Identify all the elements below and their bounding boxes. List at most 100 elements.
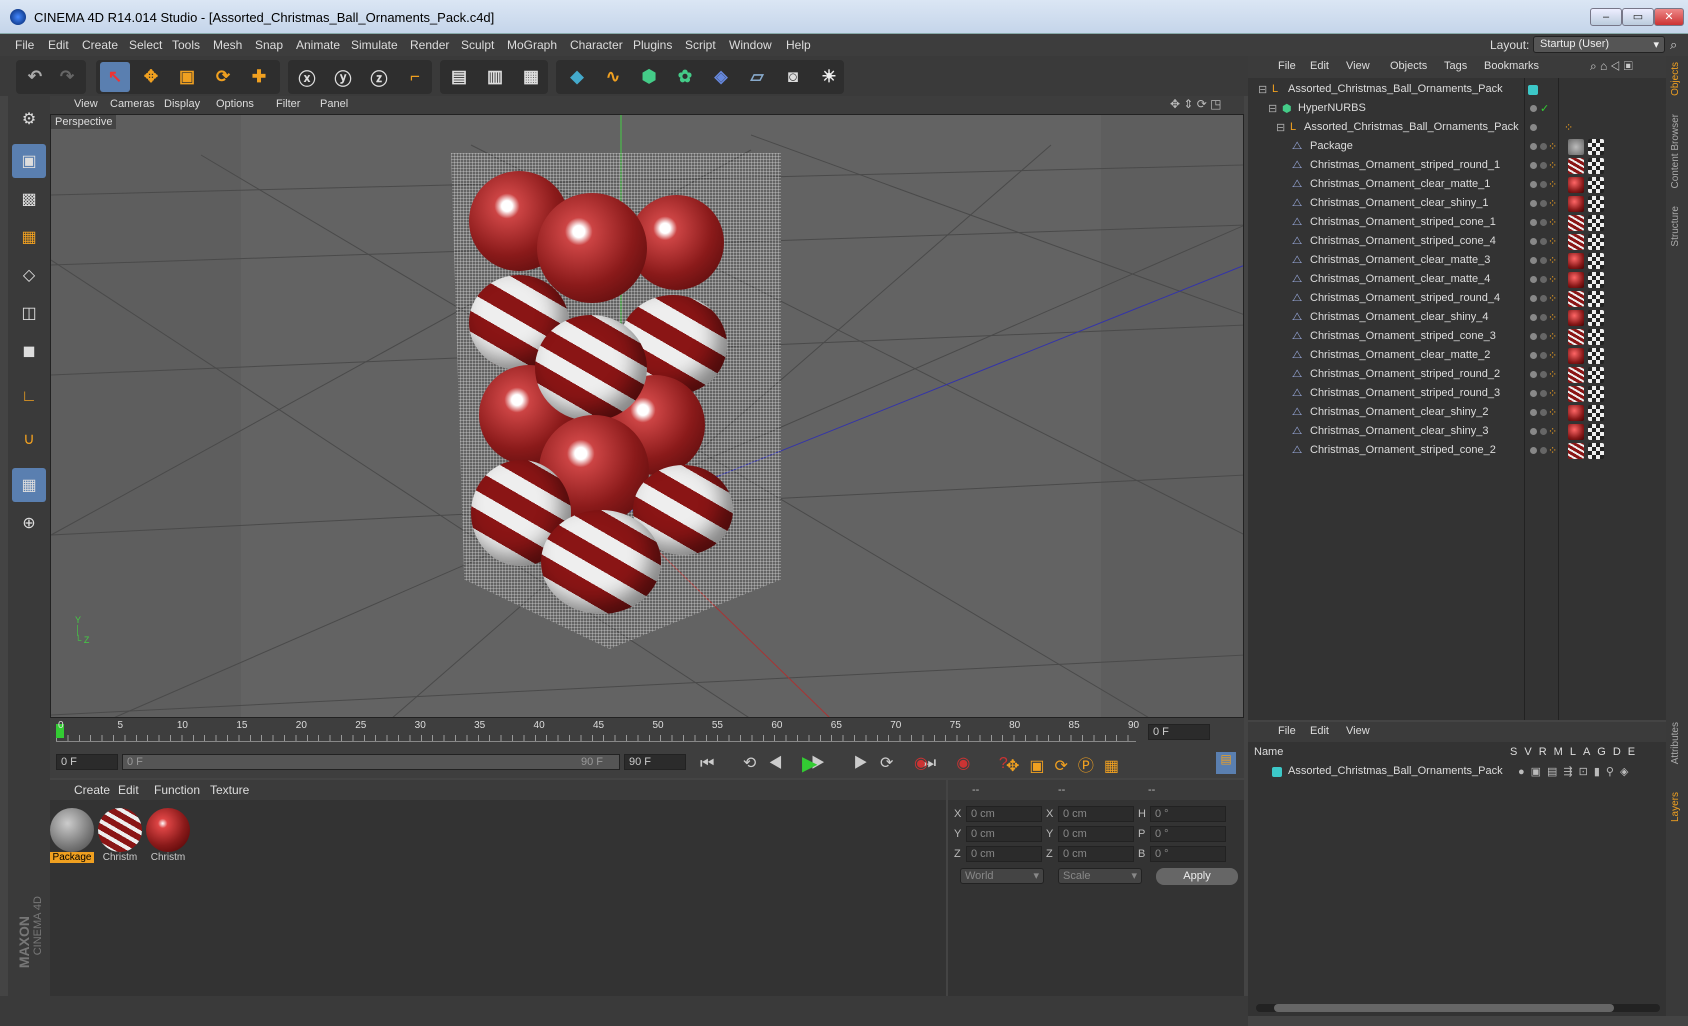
phong-tag-icon[interactable]: ⁘ bbox=[1548, 444, 1557, 457]
model-mode-icon[interactable]: ▣ bbox=[12, 144, 46, 178]
obj-menu-edit[interactable]: Edit bbox=[1310, 60, 1329, 72]
apply-button[interactable]: Apply bbox=[1156, 868, 1238, 885]
texture-tag-icon[interactable] bbox=[1588, 348, 1604, 364]
rotate-icon[interactable]: ⟳ bbox=[208, 62, 238, 92]
render-dot[interactable] bbox=[1540, 257, 1547, 264]
live-selection-icon[interactable]: ↖ bbox=[100, 62, 130, 92]
points-mode-icon[interactable]: ◇ bbox=[12, 258, 46, 292]
render-dot[interactable] bbox=[1540, 409, 1547, 416]
transport-controls[interactable]: ⏮ ⟲◀ ▶ ▶⟳ ⏭ bbox=[700, 753, 948, 773]
tree-row-object[interactable]: ⧍ Christmas_Ornament_clear_shiny_4 ⁘ bbox=[1248, 308, 1666, 328]
render-dot[interactable] bbox=[1540, 428, 1547, 435]
menu-select[interactable]: Select bbox=[129, 38, 162, 52]
key-tracks-icons[interactable]: ✥▣⟳Ⓟ▦ bbox=[1006, 752, 1129, 776]
vp-menu-view[interactable]: View bbox=[74, 98, 98, 110]
render-dot[interactable] bbox=[1540, 447, 1547, 454]
visibility-dot[interactable] bbox=[1530, 371, 1537, 378]
obj-menu-view[interactable]: View bbox=[1346, 60, 1370, 72]
floor-icon[interactable]: ▱ bbox=[742, 62, 772, 92]
play-icon[interactable]: ▶ bbox=[802, 751, 817, 776]
visibility-dot[interactable] bbox=[1530, 143, 1537, 150]
visibility-dot[interactable] bbox=[1530, 257, 1537, 264]
visibility-dot[interactable] bbox=[1530, 314, 1537, 321]
vp-menu-panel[interactable]: Panel bbox=[320, 98, 348, 110]
tree-row-group[interactable]: ⊟ L Assorted_Christmas_Ball_Ornaments_Pa… bbox=[1248, 118, 1666, 138]
render-dot[interactable] bbox=[1540, 352, 1547, 359]
search-icon[interactable]: ⌕ bbox=[1670, 37, 1677, 53]
add-object-icon[interactable]: ✚ bbox=[244, 62, 274, 92]
mograph-cloner-icon[interactable]: ✿ bbox=[670, 62, 700, 92]
phong-tag-icon[interactable]: ⁘ bbox=[1548, 349, 1557, 362]
tree-row-object[interactable]: ⧍ Christmas_Ornament_striped_cone_3 ⁘ bbox=[1248, 327, 1666, 347]
mat-menu-function[interactable]: Function bbox=[154, 783, 200, 797]
phong-tag-icon[interactable]: ⁘ bbox=[1548, 216, 1557, 229]
material-tag-icon[interactable] bbox=[1568, 215, 1584, 231]
render-dot[interactable] bbox=[1540, 276, 1547, 283]
make-editable-icon[interactable]: ⚙ bbox=[12, 102, 46, 136]
texture-tag-icon[interactable] bbox=[1588, 424, 1604, 440]
material-tag-icon[interactable] bbox=[1568, 424, 1584, 440]
check-icon[interactable]: ✓ bbox=[1540, 102, 1549, 115]
phong-tag-icon[interactable]: ⁘ bbox=[1548, 311, 1557, 324]
lock-workplane-icon[interactable]: ⊕ bbox=[12, 506, 46, 540]
texture-tag-icon[interactable] bbox=[1588, 367, 1604, 383]
render-dot[interactable] bbox=[1540, 238, 1547, 245]
menu-edit[interactable]: Edit bbox=[48, 38, 69, 52]
tab-objects[interactable]: Objects bbox=[1670, 62, 1681, 96]
obj-menu-objects[interactable]: Objects bbox=[1390, 60, 1427, 72]
close-button[interactable]: ✕ bbox=[1654, 8, 1684, 26]
viewport-nav-icons[interactable]: ✥ ⇕ ⟳ ◳ bbox=[1170, 97, 1222, 111]
texture-tag-icon[interactable] bbox=[1588, 139, 1604, 155]
tree-row-object[interactable]: ⧍ Package ⁘ bbox=[1248, 137, 1666, 157]
render-dot[interactable] bbox=[1540, 162, 1547, 169]
render-view-icon[interactable]: ▤ bbox=[444, 62, 474, 92]
tree-row-root[interactable]: ⊟ L Assorted_Christmas_Ball_Ornaments_Pa… bbox=[1248, 80, 1666, 100]
layer-menu-file[interactable]: File bbox=[1278, 725, 1296, 737]
tree-row-object[interactable]: ⧍ Christmas_Ornament_striped_cone_4 ⁘ bbox=[1248, 232, 1666, 252]
texture-tag-icon[interactable] bbox=[1588, 158, 1604, 174]
visibility-dot[interactable] bbox=[1530, 276, 1537, 283]
menu-script[interactable]: Script bbox=[685, 38, 716, 52]
material-tag-icon[interactable] bbox=[1568, 234, 1584, 250]
rotation-h-field[interactable]: 0 ° bbox=[1150, 806, 1226, 822]
tree-row-object[interactable]: ⧍ Christmas_Ornament_clear_shiny_3 ⁘ bbox=[1248, 422, 1666, 442]
render-dot[interactable] bbox=[1540, 295, 1547, 302]
phong-tag-icon[interactable]: ⁘ bbox=[1548, 140, 1557, 153]
record-keys-icons[interactable]: ◉ ◉ ? bbox=[914, 753, 1020, 773]
menu-tools[interactable]: Tools bbox=[172, 38, 200, 52]
tree-row-object[interactable]: ⧍ Christmas_Ornament_clear_matte_1 ⁘ bbox=[1248, 175, 1666, 195]
render-dot[interactable] bbox=[1540, 314, 1547, 321]
rotation-b-field[interactable]: 0 ° bbox=[1150, 846, 1226, 862]
undo-icon[interactable]: ↶ bbox=[20, 62, 50, 92]
tree-row-object[interactable]: ⧍ Christmas_Ornament_clear_shiny_2 ⁘ bbox=[1248, 403, 1666, 423]
layer-toggle-icons[interactable]: ●▣▤⇶⊡▮⚲◈ bbox=[1518, 765, 1634, 778]
obj-menu-file[interactable]: File bbox=[1278, 60, 1296, 72]
expand-icon[interactable]: ⊟ bbox=[1258, 83, 1267, 96]
tree-row-object[interactable]: ⧍ Christmas_Ornament_clear_shiny_1 ⁘ bbox=[1248, 194, 1666, 214]
timeline-icon[interactable]: ▤ bbox=[1216, 752, 1236, 774]
menu-window[interactable]: Window bbox=[729, 38, 772, 52]
move-icon[interactable]: ✥ bbox=[136, 62, 166, 92]
visibility-dot[interactable] bbox=[1530, 162, 1537, 169]
menu-mesh[interactable]: Mesh bbox=[213, 38, 242, 52]
edges-mode-icon[interactable]: ◫ bbox=[12, 296, 46, 330]
material-tag-icon[interactable] bbox=[1568, 177, 1584, 193]
phong-tag-icon[interactable]: ⁘ bbox=[1548, 425, 1557, 438]
menu-help[interactable]: Help bbox=[786, 38, 811, 52]
phong-tag-icon[interactable]: ⁘ bbox=[1548, 368, 1557, 381]
world-coordinates-icon[interactable]: ⌐ bbox=[400, 62, 430, 92]
menu-file[interactable]: File bbox=[15, 38, 34, 52]
y-axis-lock-icon[interactable]: ⓨ bbox=[328, 62, 358, 92]
coordinate-system-select[interactable]: World ▾ bbox=[960, 868, 1044, 884]
menu-animate[interactable]: Animate bbox=[296, 38, 340, 52]
visibility-dot[interactable] bbox=[1530, 428, 1537, 435]
size-x-field[interactable]: 0 cm bbox=[1058, 806, 1134, 822]
tree-row-object[interactable]: ⧍ Christmas_Ornament_striped_round_3 ⁘ bbox=[1248, 384, 1666, 404]
phong-tag-icon[interactable]: ⁘ bbox=[1548, 159, 1557, 172]
layer-menu-edit[interactable]: Edit bbox=[1310, 725, 1329, 737]
menu-mograph[interactable]: MoGraph bbox=[507, 38, 557, 52]
visibility-dot[interactable] bbox=[1530, 238, 1537, 245]
material-tag-icon[interactable] bbox=[1568, 291, 1584, 307]
position-z-field[interactable]: 0 cm bbox=[966, 846, 1042, 862]
material-tag-icon[interactable] bbox=[1568, 443, 1584, 459]
